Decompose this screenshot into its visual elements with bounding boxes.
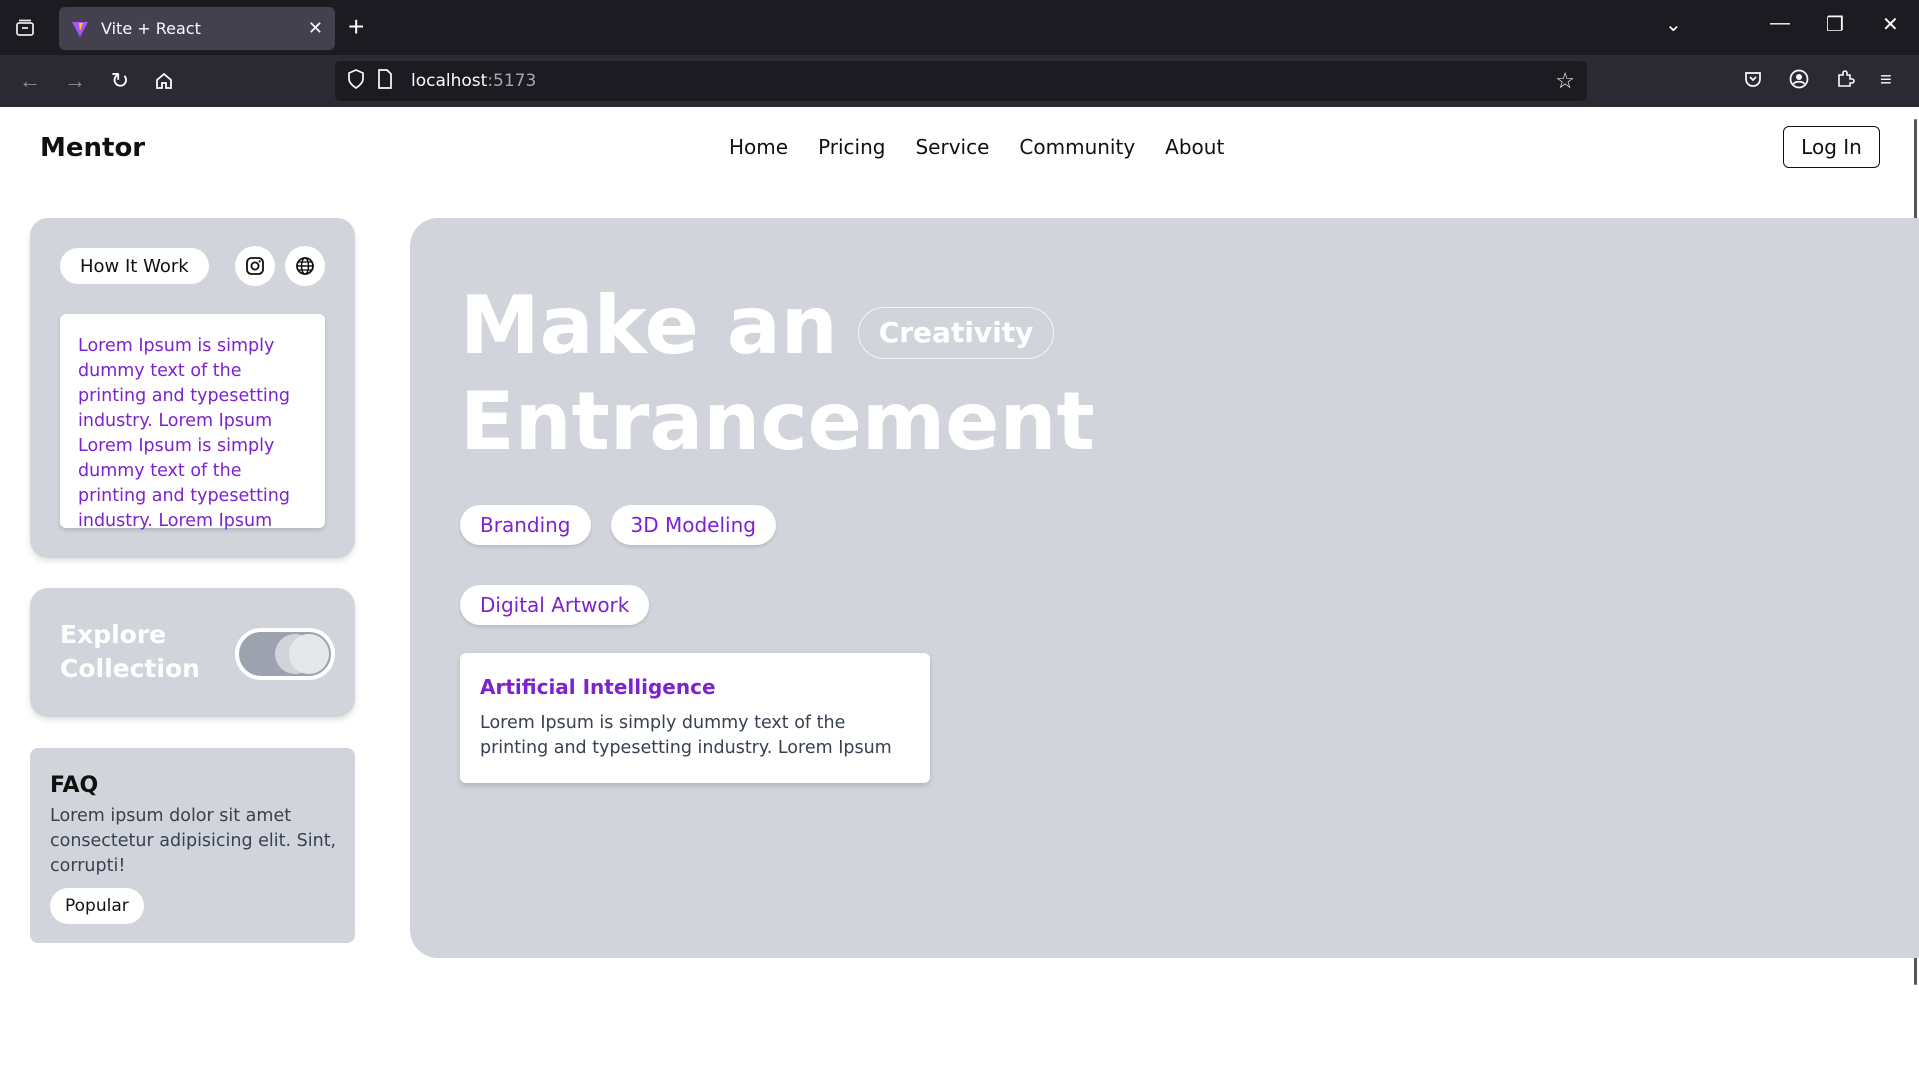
faq-title: FAQ <box>50 773 99 798</box>
creativity-badge: Creativity <box>857 307 1055 359</box>
popular-pill[interactable]: Popular <box>50 888 144 924</box>
tab-list-icon[interactable] <box>10 14 40 42</box>
vite-favicon-icon <box>72 21 88 37</box>
tag-branding[interactable]: Branding <box>460 505 591 545</box>
page-content: Mentor Home Pricing Service Community Ab… <box>0 107 1919 1078</box>
nav-service[interactable]: Service <box>915 135 989 159</box>
tab-title: Vite + React <box>101 19 201 38</box>
window-close-icon[interactable]: ✕ <box>1882 12 1899 37</box>
tab-close-icon[interactable]: ✕ <box>308 18 323 39</box>
browser-tabbar: Vite + React ✕ + ⌄ — ❐ ✕ <box>0 0 1919 55</box>
nav-community[interactable]: Community <box>1019 135 1135 159</box>
hero-title: Make an Creativity Entrancement <box>460 278 1095 470</box>
hero-title-line1: Make an <box>460 279 838 372</box>
site-logo[interactable]: Mentor <box>40 133 145 163</box>
reload-icon[interactable]: ↻ <box>106 67 134 95</box>
how-it-work-card: How It Work Lorem Ipsum is simply dummy … <box>30 218 355 558</box>
explore-toggle[interactable] <box>235 628 335 680</box>
ai-card-title: Artificial Intelligence <box>480 675 716 699</box>
browser-navbar: ← → ↻ localhost:5173 ☆ ≡ <box>0 55 1919 107</box>
faq-card: FAQ Lorem ipsum dolor sit amet consectet… <box>30 748 355 943</box>
restore-icon[interactable]: ❐ <box>1826 12 1844 37</box>
hero-title-line2: Entrancement <box>460 375 1095 468</box>
tag-3d-modeling[interactable]: 3D Modeling <box>610 505 776 545</box>
login-button[interactable]: Log In <box>1783 126 1880 168</box>
pocket-icon[interactable] <box>1743 69 1763 95</box>
main-nav: Home Pricing Service Community About <box>729 135 1224 159</box>
how-it-work-text: Lorem Ipsum is simply dummy text of the … <box>78 336 290 531</box>
menu-icon[interactable]: ≡ <box>1880 69 1892 92</box>
shield-icon[interactable] <box>347 68 365 94</box>
chevron-down-icon[interactable]: ⌄ <box>1665 12 1682 37</box>
faq-text: Lorem ipsum dolor sit amet consectetur a… <box>50 806 337 876</box>
ai-card[interactable]: Artificial Intelligence Lorem Ipsum is s… <box>460 653 930 783</box>
instagram-icon[interactable] <box>235 246 275 286</box>
tag-row-1: Branding 3D Modeling <box>460 505 776 545</box>
nav-pricing[interactable]: Pricing <box>818 135 885 159</box>
hero-section: Make an Creativity Entrancement Branding… <box>410 218 1919 958</box>
extensions-icon[interactable] <box>1835 69 1855 95</box>
how-it-work-pill[interactable]: How It Work <box>60 248 209 284</box>
home-icon[interactable] <box>150 67 178 95</box>
address-bar[interactable]: localhost:5173 ☆ <box>335 61 1587 101</box>
bookmark-star-icon[interactable]: ☆ <box>1555 68 1575 94</box>
browser-tab[interactable]: Vite + React ✕ <box>59 7 335 50</box>
minimize-icon[interactable]: — <box>1770 12 1790 35</box>
globe-icon[interactable] <box>285 246 325 286</box>
tag-row-2: Digital Artwork <box>460 585 650 625</box>
explore-collection-card: Explore Collection <box>30 588 355 717</box>
tag-digital-artwork[interactable]: Digital Artwork <box>460 585 650 625</box>
page-icon <box>377 68 393 94</box>
url-text[interactable]: localhost:5173 <box>411 71 536 91</box>
back-icon[interactable]: ← <box>16 67 44 95</box>
nav-home[interactable]: Home <box>729 135 788 159</box>
forward-icon[interactable]: → <box>61 67 89 95</box>
toggle-knob <box>289 634 329 674</box>
how-it-work-text-box: Lorem Ipsum is simply dummy text of the … <box>60 314 325 531</box>
ai-card-text: Lorem Ipsum is simply dummy text of the … <box>480 713 892 758</box>
explore-collection-label: Explore Collection <box>60 620 200 683</box>
nav-about[interactable]: About <box>1165 135 1224 159</box>
account-icon[interactable] <box>1789 69 1809 95</box>
new-tab-icon[interactable]: + <box>348 12 364 42</box>
